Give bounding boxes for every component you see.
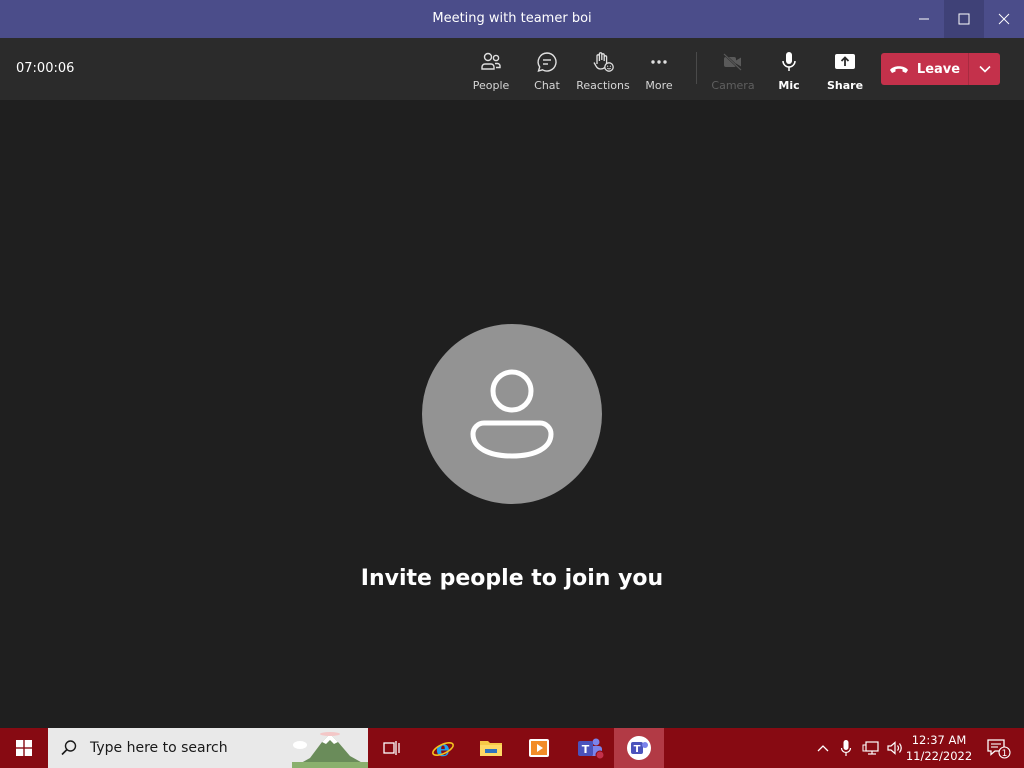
people-icon <box>481 52 501 70</box>
mic-label: Mic <box>778 79 800 92</box>
action-center-button[interactable]: 1 <box>978 728 1018 768</box>
leave-options-button[interactable] <box>969 53 1000 85</box>
svg-text:T: T <box>582 743 590 756</box>
toolbar-divider <box>696 52 697 84</box>
notification-count: 1 <box>1002 749 1008 759</box>
leave-button[interactable]: Leave <box>881 53 968 85</box>
chevron-up-icon <box>817 745 829 752</box>
window-title: Meeting with teamer boi <box>432 11 592 26</box>
minimize-button[interactable] <box>904 0 944 38</box>
person-icon <box>470 369 554 459</box>
speaker-icon <box>887 741 902 755</box>
people-button[interactable]: People <box>463 46 519 94</box>
network-button[interactable] <box>860 728 882 768</box>
teams-icon: T <box>578 738 604 760</box>
network-icon <box>862 741 879 755</box>
search-highlight-illustration-icon <box>292 732 368 768</box>
mic-button[interactable]: Mic <box>761 46 817 94</box>
mic-icon <box>782 52 796 71</box>
meeting-timer: 07:00:06 <box>16 61 75 76</box>
hang-up-icon <box>889 66 908 73</box>
chat-button[interactable]: Chat <box>519 46 575 94</box>
title-bar: Meeting with teamer boi <box>0 0 1024 38</box>
svg-text:e: e <box>436 736 450 760</box>
task-view-icon <box>383 741 400 755</box>
internet-explorer-icon: e <box>432 736 454 760</box>
camera-label: Camera <box>711 79 755 92</box>
task-view-button[interactable] <box>372 728 412 768</box>
clock-time: 12:37 AM <box>911 733 967 747</box>
video-player-icon <box>529 739 549 757</box>
chat-label: Chat <box>534 79 560 92</box>
taskbar-internet-explorer[interactable]: e <box>420 728 466 768</box>
taskbar-clock[interactable]: 12:37 AM 11/22/2022 <box>906 728 972 768</box>
tray-mic-button[interactable] <box>836 728 856 768</box>
taskbar-search-box[interactable]: Type here to search <box>48 728 368 768</box>
minimize-icon <box>919 18 929 20</box>
more-label: More <box>645 79 673 92</box>
close-icon <box>998 13 1010 25</box>
maximize-button[interactable] <box>944 0 984 38</box>
people-label: People <box>472 79 510 92</box>
reactions-label: Reactions <box>576 79 630 92</box>
avatar <box>422 324 602 504</box>
taskbar: Type here to search e T T 12:37 AM 11/22… <box>0 728 1024 768</box>
more-button[interactable]: More <box>631 46 687 94</box>
chevron-down-icon <box>978 65 991 73</box>
reactions-icon <box>593 52 614 72</box>
taskbar-media-app[interactable] <box>516 728 562 768</box>
share-button[interactable]: Share <box>817 46 873 94</box>
leave-button-group: Leave <box>881 53 1000 85</box>
svg-text:T: T <box>634 744 641 755</box>
close-button[interactable] <box>984 0 1024 38</box>
teams-meeting-icon: T <box>627 736 651 760</box>
invite-message: Invite people to join you <box>360 566 664 591</box>
clock-date: 11/22/2022 <box>905 749 973 763</box>
folder-icon <box>480 741 502 756</box>
search-icon <box>61 740 77 756</box>
chat-icon <box>537 52 557 73</box>
share-icon <box>835 54 855 69</box>
taskbar-teams-active[interactable]: T <box>614 728 664 768</box>
reactions-button[interactable]: Reactions <box>575 46 631 94</box>
notifications-icon: 1 <box>987 739 1011 759</box>
volume-button[interactable] <box>884 728 906 768</box>
taskbar-file-explorer[interactable] <box>468 728 514 768</box>
taskbar-teams-classic[interactable]: T <box>566 728 614 768</box>
tray-mic-icon <box>840 740 852 756</box>
more-icon <box>651 60 667 64</box>
meeting-toolbar: 07:00:06 People Chat Reactions More Came… <box>0 38 1024 100</box>
start-button[interactable] <box>0 728 48 768</box>
maximize-icon <box>958 13 970 25</box>
search-placeholder: Type here to search <box>90 740 228 756</box>
share-label: Share <box>826 79 864 92</box>
camera-button[interactable]: Camera <box>705 46 761 94</box>
windows-logo-icon <box>16 740 32 756</box>
show-hidden-icons-button[interactable] <box>812 728 834 768</box>
leave-label: Leave <box>916 61 961 77</box>
camera-off-icon <box>723 53 742 71</box>
